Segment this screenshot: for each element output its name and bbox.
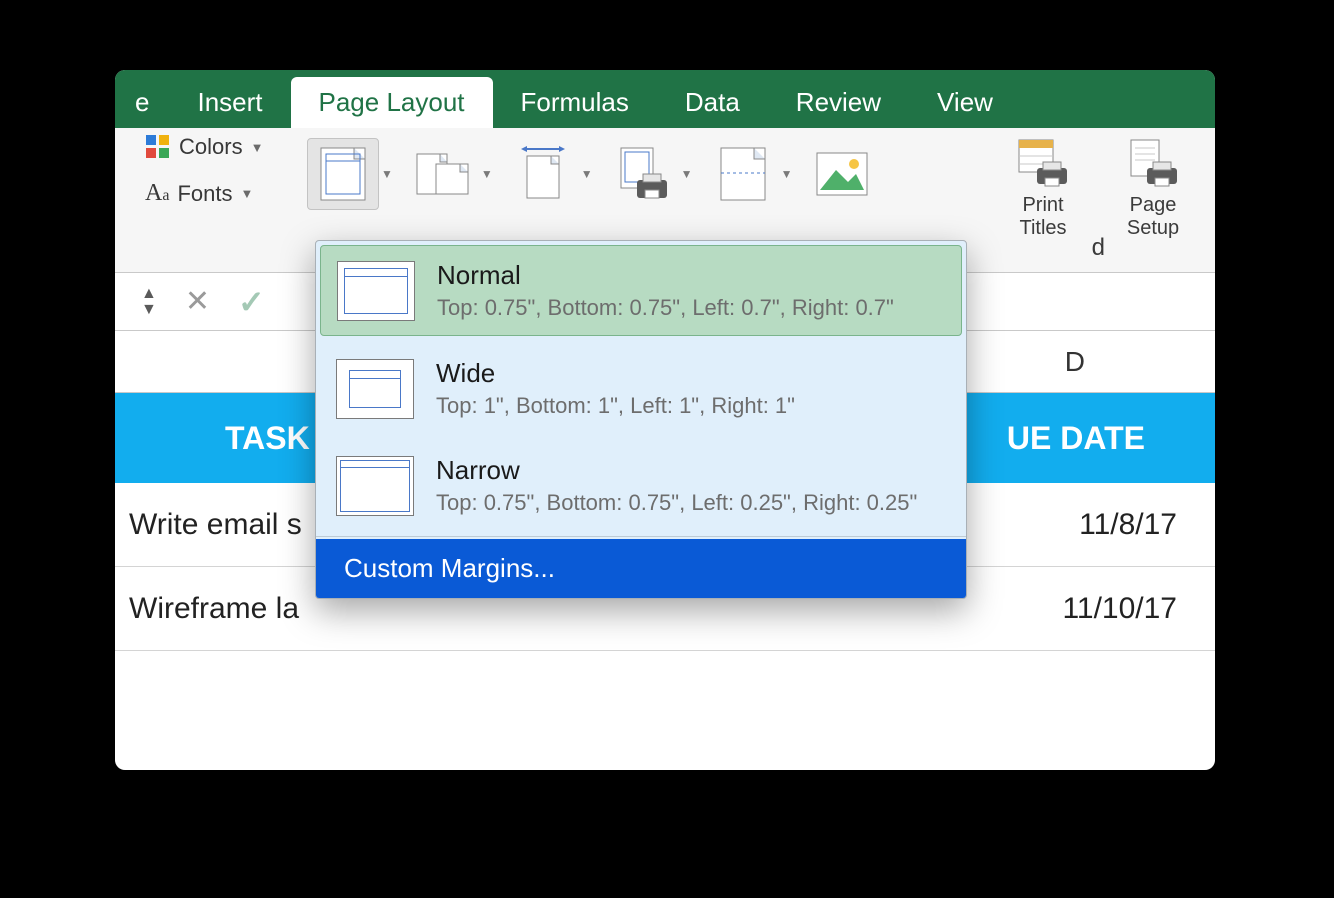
margins-option-wide[interactable]: Wide Top: 1", Bottom: 1", Left: 1", Righ…: [316, 340, 966, 437]
print-titles-label-1: Print: [1022, 194, 1063, 217]
colors-icon: [145, 134, 171, 160]
chevron-down-icon: ▼: [681, 167, 693, 181]
themes-group: Colors ▼ Aa Fonts ▼: [127, 134, 307, 207]
print-titles-icon: [1017, 138, 1069, 190]
date-cell: 11/10/17: [1062, 592, 1177, 626]
tab-review[interactable]: Review: [768, 77, 909, 128]
margins-option-title: Wide: [436, 358, 795, 389]
print-area-button[interactable]: [607, 138, 679, 210]
chevron-down-icon: ▼: [481, 167, 493, 181]
fonts-label: Fonts: [177, 181, 232, 207]
margins-button[interactable]: [307, 138, 379, 210]
date-cell: 11/8/17: [1079, 508, 1177, 542]
orientation-button[interactable]: [407, 138, 479, 210]
excel-window: e Insert Page Layout Formulas Data Revie…: [115, 70, 1215, 770]
margins-icon: [320, 147, 366, 201]
dropdown-separator: [316, 536, 966, 537]
tab-insert[interactable]: Insert: [169, 77, 290, 128]
orientation-icon: [416, 148, 470, 200]
tab-data[interactable]: Data: [657, 77, 768, 128]
chevron-down-icon: ▼: [251, 140, 264, 155]
breaks-button[interactable]: [707, 138, 779, 210]
print-titles-button[interactable]: Print Titles: [1003, 138, 1083, 240]
cancel-formula-button[interactable]: ✕: [185, 284, 210, 319]
margins-option-sub: Top: 1", Bottom: 1", Left: 1", Right: 1": [436, 393, 795, 419]
chevron-down-icon: ▼: [781, 167, 793, 181]
page-setup-icon: [1127, 138, 1179, 190]
task-header: TASK: [225, 420, 310, 457]
print-area-icon: [615, 146, 671, 202]
margins-option-normal[interactable]: Normal Top: 0.75", Bottom: 0.75", Left: …: [320, 245, 962, 336]
page-setup-label-2: Setup: [1127, 217, 1179, 240]
margins-thumb-icon: [336, 456, 414, 516]
custom-margins-button[interactable]: Custom Margins...: [316, 539, 966, 598]
page-setup-button[interactable]: Page Setup: [1113, 138, 1193, 240]
size-button[interactable]: [507, 138, 579, 210]
background-button[interactable]: [806, 138, 878, 210]
margins-dropdown: Normal Top: 0.75", Bottom: 0.75", Left: …: [315, 240, 967, 599]
tab-view[interactable]: View: [909, 77, 1021, 128]
task-cell: Wireframe la: [129, 592, 299, 626]
margins-option-title: Normal: [437, 260, 894, 291]
breaks-icon: [720, 147, 766, 201]
chevron-down-icon: ▼: [240, 186, 253, 201]
name-box-stepper[interactable]: ▲▼: [141, 286, 157, 318]
page-setup-group: ▼ ▼: [307, 134, 1203, 240]
margins-option-narrow[interactable]: Narrow Top: 0.75", Bottom: 0.75", Left: …: [316, 437, 966, 534]
colors-label: Colors: [179, 134, 243, 160]
size-icon: [517, 146, 569, 202]
margins-option-sub: Top: 0.75", Bottom: 0.75", Left: 0.25", …: [436, 490, 917, 516]
tab-formulas[interactable]: Formulas: [493, 77, 657, 128]
margins-thumb-icon: [337, 261, 415, 321]
margins-thumb-icon: [336, 359, 414, 419]
ribbon-tabs: e Insert Page Layout Formulas Data Revie…: [115, 70, 1215, 128]
confirm-formula-button[interactable]: ✓: [238, 283, 265, 321]
background-hint-letter: d: [1092, 234, 1105, 262]
page-setup-label-1: Page: [1130, 194, 1177, 217]
fonts-icon: Aa: [145, 180, 169, 207]
tab-home-partial[interactable]: e: [125, 77, 169, 128]
column-header-d[interactable]: D: [1065, 346, 1085, 378]
print-titles-label-2: Titles: [1019, 217, 1066, 240]
fonts-button[interactable]: Aa Fonts ▼: [145, 180, 307, 207]
picture-icon: [816, 152, 868, 196]
chevron-down-icon: ▼: [581, 167, 593, 181]
due-date-header: UE DATE: [1007, 420, 1145, 457]
colors-button[interactable]: Colors ▼: [145, 134, 307, 160]
margins-option-sub: Top: 0.75", Bottom: 0.75", Left: 0.7", R…: [437, 295, 894, 321]
right-icon-group: Print Titles Page Setup: [1003, 138, 1203, 240]
margins-option-title: Narrow: [436, 455, 917, 486]
chevron-down-icon: ▼: [381, 167, 393, 181]
task-cell: Write email s: [129, 508, 302, 542]
tab-page-layout[interactable]: Page Layout: [291, 77, 493, 128]
